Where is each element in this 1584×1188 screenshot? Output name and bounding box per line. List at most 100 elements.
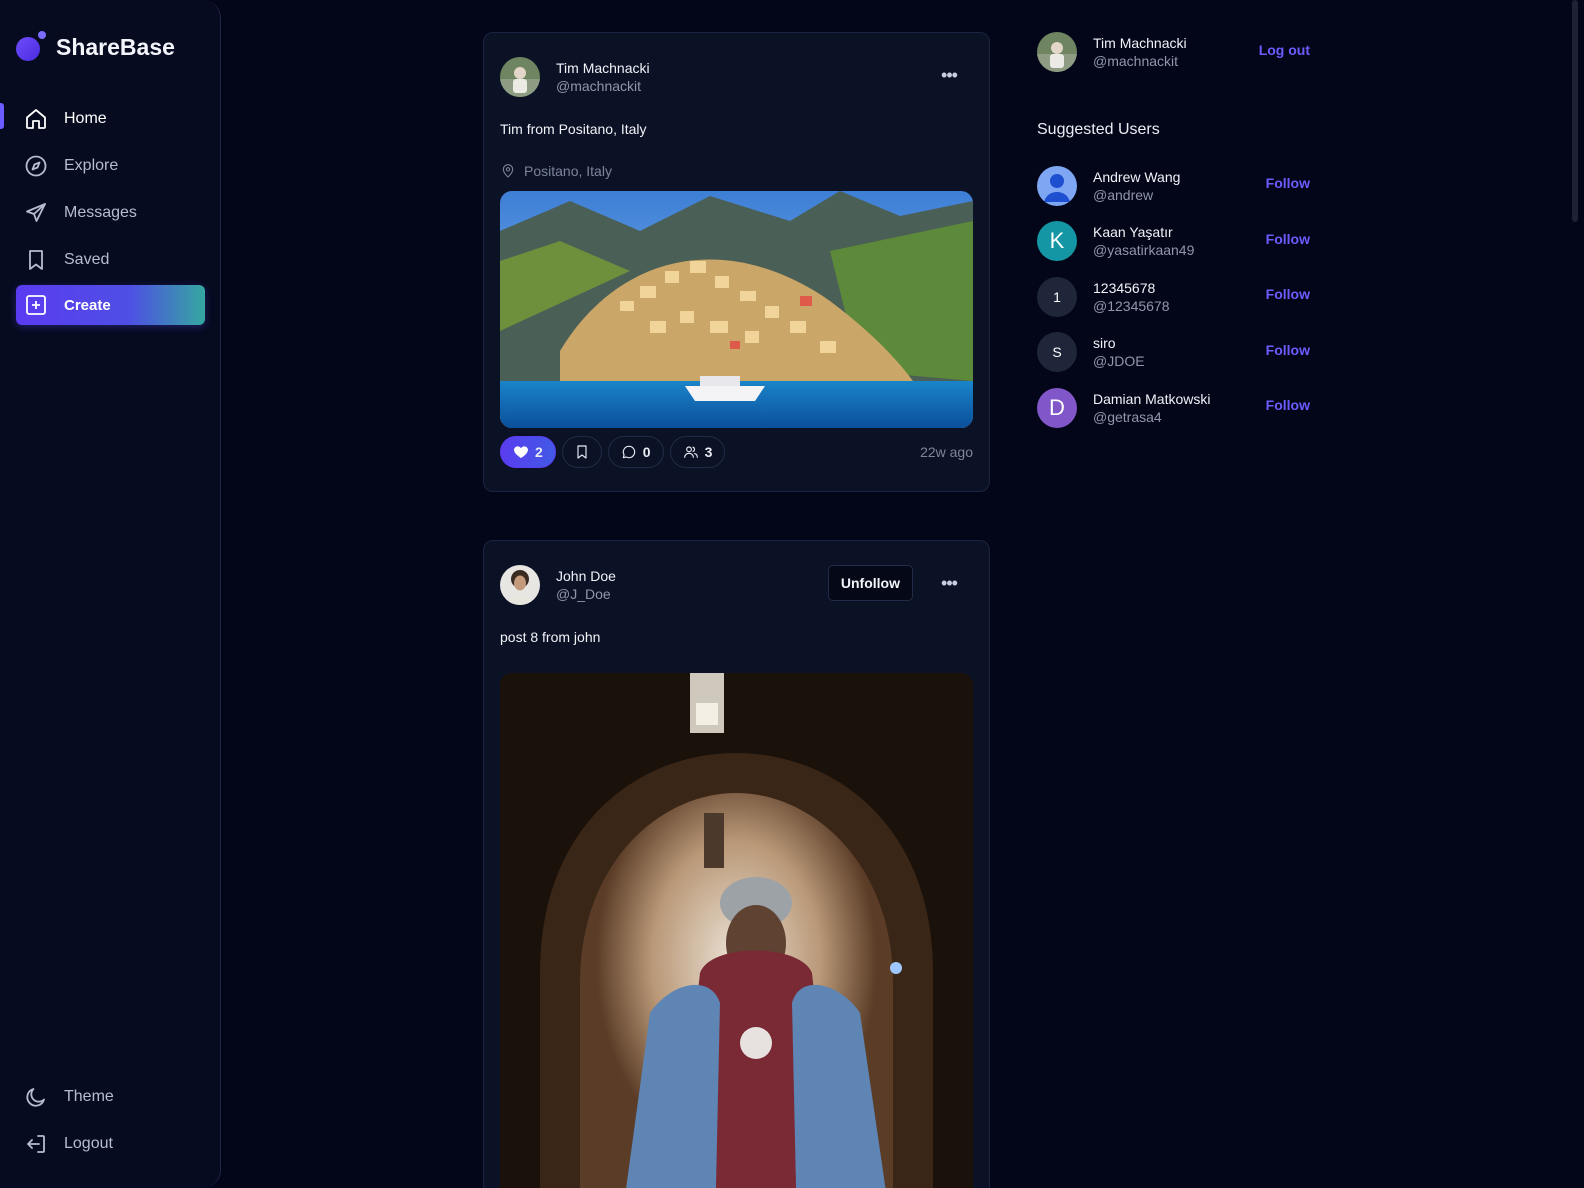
suggested-user-row: S siro @JDOE Follow (1037, 325, 1313, 381)
current-user-name[interactable]: Tim Machnacki (1093, 34, 1187, 52)
home-icon (24, 107, 48, 131)
suggested-user-meta: siro @JDOE (1093, 334, 1145, 370)
follow-button[interactable]: Follow (1266, 175, 1310, 191)
sidebar-item-logout[interactable]: Logout (0, 1120, 221, 1167)
suggested-user-handle: @yasatirkaan49 (1093, 242, 1195, 259)
suggested-user-row: K Kaan Yaşatır @yasatirkaan49 Follow (1037, 214, 1313, 270)
sidebar-item-label: Logout (64, 1134, 113, 1152)
more-options-icon[interactable]: ••• (939, 574, 959, 594)
avatar[interactable] (1037, 32, 1077, 72)
bookmark-icon (577, 445, 587, 459)
current-user-handle: @machnackit (1093, 53, 1179, 69)
post-card: John Doe @J_Doe Unfollow ••• post 8 from… (483, 540, 990, 1188)
location-text: Positano, Italy (524, 163, 612, 179)
brand-name: ShareBase (56, 34, 175, 60)
follow-button[interactable]: Follow (1266, 286, 1310, 302)
avatar[interactable] (1037, 165, 1077, 206)
suggested-user-row: 1 12345678 @12345678 Follow (1037, 269, 1313, 325)
sidebar-item-label: Home (64, 109, 107, 127)
brand[interactable]: ShareBase (16, 26, 175, 61)
suggested-user-name[interactable]: Andrew Wang (1093, 168, 1180, 186)
author-name[interactable]: John Doe (556, 567, 616, 585)
compass-icon (24, 154, 48, 178)
page-scrollbar[interactable] (1572, 0, 1578, 222)
app-root: ShareBase Home Explore Messages Saved Cr… (0, 0, 1584, 1188)
post-time: 22w ago (920, 444, 973, 460)
comment-count: 0 (642, 444, 651, 460)
users-icon (683, 446, 698, 458)
follow-button[interactable]: Follow (1266, 342, 1310, 358)
create-button[interactable]: Create (16, 285, 205, 325)
create-label: Create (64, 296, 111, 314)
more-options-icon[interactable]: ••• (939, 66, 959, 86)
comment-button[interactable]: 0 (607, 436, 664, 468)
suggested-user-handle: @getrasa4 (1093, 408, 1162, 425)
post-header: Tim Machnacki @machnackit ••• (500, 56, 973, 98)
post-header: John Doe @J_Doe Unfollow ••• (500, 564, 973, 606)
post-location: Positano, Italy (500, 163, 612, 179)
post-text: Tim from Positano, Italy (500, 121, 647, 137)
suggested-user-name[interactable]: Damian Matkowski (1093, 390, 1210, 408)
suggested-user-name[interactable]: Kaan Yaşatır (1093, 223, 1194, 241)
post-card: Tim Machnacki @machnackit ••• Tim from P… (483, 32, 990, 492)
person-icon (1044, 173, 1070, 202)
avatar-initial: K (1049, 228, 1065, 254)
suggested-user-name[interactable]: 12345678 (1093, 279, 1170, 297)
post-image[interactable] (500, 673, 973, 1188)
plus-square-icon (26, 295, 46, 315)
heart-icon (514, 446, 528, 458)
sidebar-item-saved[interactable]: Saved (0, 236, 221, 283)
moon-icon (24, 1085, 48, 1109)
suggested-user-row: Andrew Wang @andrew Follow (1037, 158, 1313, 214)
avatar[interactable]: S (1037, 332, 1077, 373)
logout-icon (24, 1132, 48, 1156)
follow-button[interactable]: Follow (1266, 397, 1310, 413)
like-button[interactable]: 2 (500, 436, 556, 468)
sidebar-item-label: Theme (64, 1087, 114, 1105)
author-handle: @machnackit (556, 78, 642, 94)
suggested-user-handle: @12345678 (1093, 297, 1170, 314)
avatar[interactable]: K (1037, 221, 1077, 262)
suggested-user-name[interactable]: siro (1093, 334, 1145, 352)
brand-logo-icon (16, 30, 46, 61)
unfollow-button[interactable]: Unfollow (827, 565, 913, 601)
sidebar-item-label: Saved (64, 250, 110, 268)
save-button[interactable] (561, 436, 602, 468)
sidebar-item-theme[interactable]: Theme (0, 1073, 221, 1120)
follow-button[interactable]: Follow (1266, 231, 1310, 247)
bookmark-icon (24, 248, 48, 272)
suggested-users-list: Andrew Wang @andrew Follow K Kaan Yaşatı… (1037, 158, 1313, 436)
share-count: 3 (704, 444, 713, 460)
post-actions: 2 0 3 22w ago (500, 436, 973, 468)
avatar[interactable] (500, 565, 540, 605)
suggested-user-meta: Kaan Yaşatır @yasatirkaan49 (1093, 223, 1194, 259)
sidebar-item-explore[interactable]: Explore (0, 142, 221, 189)
avatar[interactable] (500, 57, 540, 97)
avatar[interactable]: 1 (1037, 276, 1077, 317)
sidebar-item-messages[interactable]: Messages (0, 189, 221, 236)
author-name[interactable]: Tim Machnacki (556, 59, 650, 77)
suggested-user-row: D Damian Matkowski @getrasa4 Follow (1037, 380, 1313, 436)
suggested-users-title: Suggested Users (1037, 121, 1160, 138)
suggested-user-handle: @andrew (1093, 186, 1154, 203)
sidebar: ShareBase Home Explore Messages Saved Cr… (0, 0, 221, 1188)
current-user-meta: Tim Machnacki @machnackit (1093, 34, 1187, 70)
avatar[interactable]: D (1037, 387, 1077, 428)
author-meta: Tim Machnacki @machnackit (556, 59, 650, 95)
logout-link[interactable]: Log out (1259, 42, 1310, 58)
suggested-user-meta: 12345678 @12345678 (1093, 279, 1170, 315)
suggested-user-handle: @JDOE (1093, 353, 1145, 370)
share-button[interactable]: 3 (669, 436, 726, 468)
current-user: Tim Machnacki @machnackit Log out (1037, 32, 1313, 72)
suggested-user-meta: Damian Matkowski @getrasa4 (1093, 390, 1210, 426)
avatar-initial: 1 (1053, 288, 1061, 305)
map-pin-icon (502, 164, 514, 178)
comment-icon (622, 445, 635, 459)
avatar-initial: S (1052, 344, 1062, 361)
sidebar-item-home[interactable]: Home (0, 95, 221, 142)
sidebar-nav: Home Explore Messages Saved (0, 95, 221, 283)
post-image[interactable] (500, 191, 973, 428)
author-meta: John Doe @J_Doe (556, 567, 616, 603)
sidebar-item-label: Messages (64, 203, 137, 221)
post-text: post 8 from john (500, 629, 601, 645)
